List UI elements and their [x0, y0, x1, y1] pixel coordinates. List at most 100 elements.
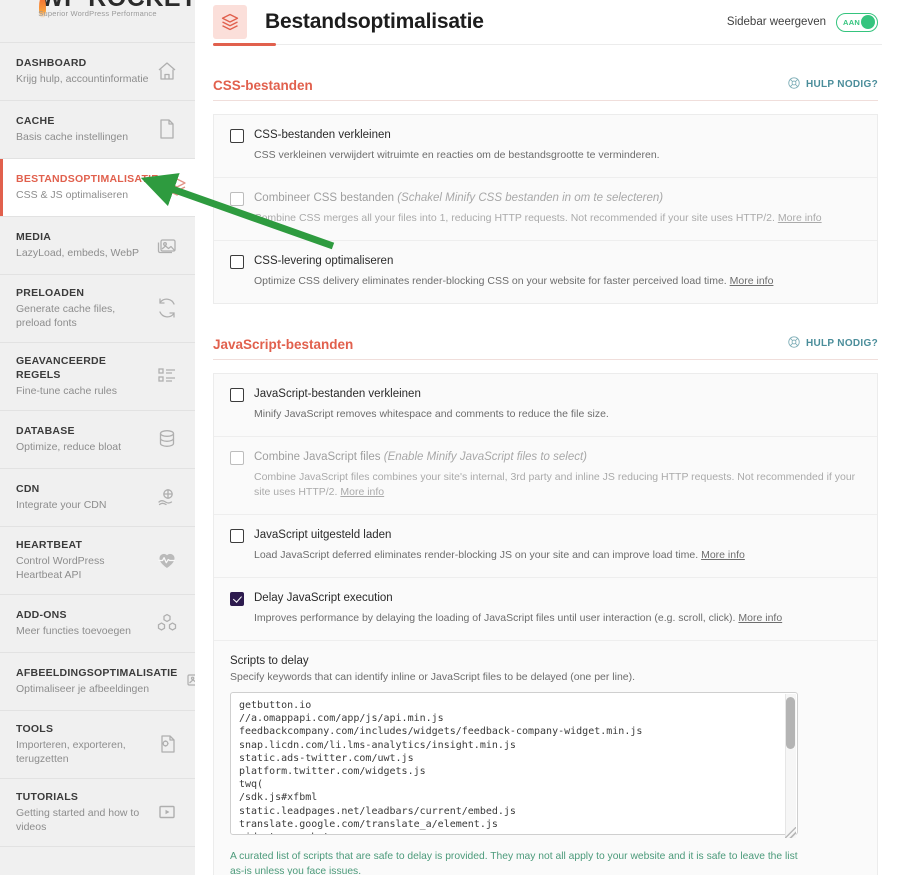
sidebar-item-database[interactable]: DATABASE Optimize, reduce bloat [0, 411, 195, 469]
app-root: WP ROCKET Superior WordPress Performance… [0, 0, 900, 875]
cloud-icon [155, 485, 179, 509]
option-description: Minify JavaScript removes whitespace and… [254, 407, 861, 422]
option-description: Combine JavaScript files combines your s… [254, 470, 861, 500]
help-link[interactable]: HULP NODIG? [787, 335, 878, 352]
sidebar-item-title: DATABASE [16, 425, 75, 437]
sidebar-item-preloaden[interactable]: PRELOADEN Generate cache files, preload f… [0, 275, 195, 343]
sidebar-item-bestandsoptimalisatie[interactable]: BESTANDSOPTIMALISATIE CSS & JS optimalise… [0, 159, 195, 217]
option-label-wrap[interactable]: JavaScript uitgesteld laden [254, 528, 391, 543]
option-line: Combine JavaScript files (Enable Minify … [230, 450, 861, 465]
option-row: Combine JavaScript files (Enable Minify … [214, 437, 877, 515]
sidebar-item-subtitle: Krijg hulp, accountinformatie [16, 73, 149, 85]
sidebar-item-geavanceerde-regels[interactable]: GEAVANCEERDE REGELS Fine-tune cache rules [0, 343, 195, 411]
sidebar-item-title: CACHE [16, 115, 55, 127]
sidebar-item-tools[interactable]: TOOLS Importeren, exporteren, terugzetten [0, 711, 195, 779]
option-label: Combine JavaScript files [254, 451, 381, 463]
scripts-to-delay-title: Scripts to delay [230, 655, 309, 667]
sidebar-item-text: TOOLS Importeren, exporteren, terugzetten [16, 722, 155, 766]
sidebar-item-dashboard[interactable]: DASHBOARD Krijg hulp, accountinformatie [0, 43, 195, 101]
section-header-js: JavaScript-bestanden HULP NODIG? [213, 304, 878, 360]
sidebar-item-subtitle: Control WordPress Heartbeat API [16, 555, 105, 581]
page-title: Bestandsoptimalisatie [265, 10, 484, 33]
lifebuoy-icon [787, 335, 801, 352]
option-line: Combineer CSS bestanden (Schakel Minify … [230, 191, 861, 206]
toggle-state-label: AAN [843, 17, 861, 27]
page-header: Bestandsoptimalisatie Sidebar weergeven … [195, 0, 900, 44]
database-icon [155, 427, 179, 451]
option-label-wrap[interactable]: Delay JavaScript execution [254, 591, 393, 606]
sidebar-item-title: DASHBOARD [16, 57, 87, 69]
sidebar-item-title: AFBEELDINGSOPTIMALISATIE [16, 667, 178, 679]
sidebar-item-text: AFBEELDINGSOPTIMALISATIE Optimaliseer je … [16, 666, 184, 696]
option-hint: (Enable Minify JavaScript files to selec… [383, 451, 588, 463]
sidebar-item-text: DASHBOARD Krijg hulp, accountinformatie [16, 56, 155, 86]
option-checkbox[interactable] [230, 451, 244, 465]
sidebar-item-cdn[interactable]: CDN Integrate your CDN [0, 469, 195, 527]
option-checkbox[interactable] [230, 192, 244, 206]
option-description: Optimize CSS delivery eliminates render-… [254, 274, 861, 289]
option-row: CSS-levering optimaliseren Optimize CSS d… [214, 241, 877, 303]
option-checkbox[interactable] [230, 388, 244, 402]
option-checkbox[interactable] [230, 529, 244, 543]
option-label: JavaScript uitgesteld laden [254, 529, 392, 541]
sidebar-item-subtitle: CSS & JS optimaliseren [16, 189, 129, 201]
sidebar-item-text: CDN Integrate your CDN [16, 482, 155, 512]
option-row: CSS-bestanden verkleinen CSS verkleinen v… [214, 115, 877, 178]
option-checkbox[interactable] [230, 592, 244, 606]
tools-icon [155, 732, 179, 756]
option-label: CSS-bestanden verkleinen [254, 129, 391, 141]
sidebar-visibility-toggle[interactable]: AAN [836, 12, 878, 32]
section-header-css: CSS-bestanden HULP NODIG? [213, 45, 878, 101]
sidebar-item-title: TUTORIALS [16, 791, 79, 803]
sidebar-item-title: ADD-ONS [16, 609, 67, 621]
option-line: CSS-bestanden verkleinen [230, 128, 861, 143]
sidebar-item-heartbeat[interactable]: HEARTBEAT Control WordPress Heartbeat API [0, 527, 195, 595]
option-checkbox[interactable] [230, 255, 244, 269]
sidebar-item-subtitle: Getting started and how to videos [16, 807, 140, 833]
sidebar-item-text: HEARTBEAT Control WordPress Heartbeat API [16, 538, 155, 582]
option-label-wrap[interactable]: Combineer CSS bestanden (Schakel Minify … [254, 191, 663, 206]
section-title: JavaScript-bestanden [213, 337, 354, 352]
sidebar-item-cache[interactable]: CACHE Basis cache instellingen [0, 101, 195, 159]
sidebar-item-subtitle: Generate cache files, preload fonts [16, 303, 116, 329]
more-info-link[interactable]: More info [340, 486, 384, 498]
help-link-label: HULP NODIG? [805, 79, 878, 90]
option-checkbox[interactable] [230, 129, 244, 143]
option-label-wrap[interactable]: CSS-levering optimaliseren [254, 254, 393, 269]
option-description-text: CSS verkleinen verwijdert witruimte en r… [254, 149, 660, 161]
brand-tagline: Superior WordPress Performance [38, 9, 157, 18]
more-info-link[interactable]: More info [701, 549, 745, 561]
sidebar-item-text: BESTANDSOPTIMALISATIE CSS & JS optimalise… [16, 172, 165, 202]
sidebar-item-subtitle: Optimize, reduce bloat [16, 441, 122, 453]
more-info-link[interactable]: More info [738, 612, 782, 624]
scripts-to-delay-input[interactable] [230, 692, 798, 835]
document-icon [155, 117, 179, 141]
sidebar-item-title: TOOLS [16, 723, 54, 735]
options-card-js: JavaScript-bestanden verkleinen Minify Ja… [213, 373, 878, 875]
option-description: Load JavaScript deferred eliminates rend… [254, 548, 861, 563]
sidebar-item-text: PRELOADEN Generate cache files, preload f… [16, 286, 155, 330]
more-info-link[interactable]: More info [730, 275, 774, 287]
sidebar-item-add-ons[interactable]: ADD-ONS Meer functies toevoegen [0, 595, 195, 653]
help-link[interactable]: HULP NODIG? [787, 76, 878, 93]
option-label-wrap[interactable]: JavaScript-bestanden verkleinen [254, 387, 421, 402]
sidebar-item-text: DATABASE Optimize, reduce bloat [16, 424, 155, 454]
option-description-text: Combine CSS merges all your files into 1… [254, 212, 775, 224]
more-info-link[interactable]: More info [778, 212, 822, 224]
sidebar-item-tutorials[interactable]: TUTORIALS Getting started and how to vide… [0, 779, 195, 847]
option-label-wrap[interactable]: Combine JavaScript files (Enable Minify … [254, 450, 587, 465]
sidebar-item-media[interactable]: MEDIA LazyLoad, embeds, WebP [0, 217, 195, 275]
sidebar-item-text: GEAVANCEERDE REGELS Fine-tune cache rules [16, 354, 155, 398]
sidebar-item-subtitle: Importeren, exporteren, terugzetten [16, 739, 126, 765]
header-actions: Sidebar weergeven AAN [727, 12, 878, 32]
scripts-to-delay-block: Scripts to delay Specify keywords that ca… [214, 641, 877, 875]
scripts-textarea-wrap [230, 692, 798, 840]
option-label-wrap[interactable]: CSS-bestanden verkleinen [254, 128, 391, 143]
sidebar-item-text: TUTORIALS Getting started and how to vide… [16, 790, 155, 834]
settings-content: CSS-bestanden HULP NODIG? CSS-bestanden ve… [195, 45, 900, 875]
sidebar-item-afbeeldingsoptimalisatie[interactable]: AFBEELDINGSOPTIMALISATIE Optimaliseer je … [0, 653, 195, 711]
option-description: Combine CSS merges all your files into 1… [254, 211, 861, 226]
sidebar-item-title: CDN [16, 483, 40, 495]
layers-icon [213, 5, 247, 39]
image-optimize-icon [184, 669, 195, 693]
